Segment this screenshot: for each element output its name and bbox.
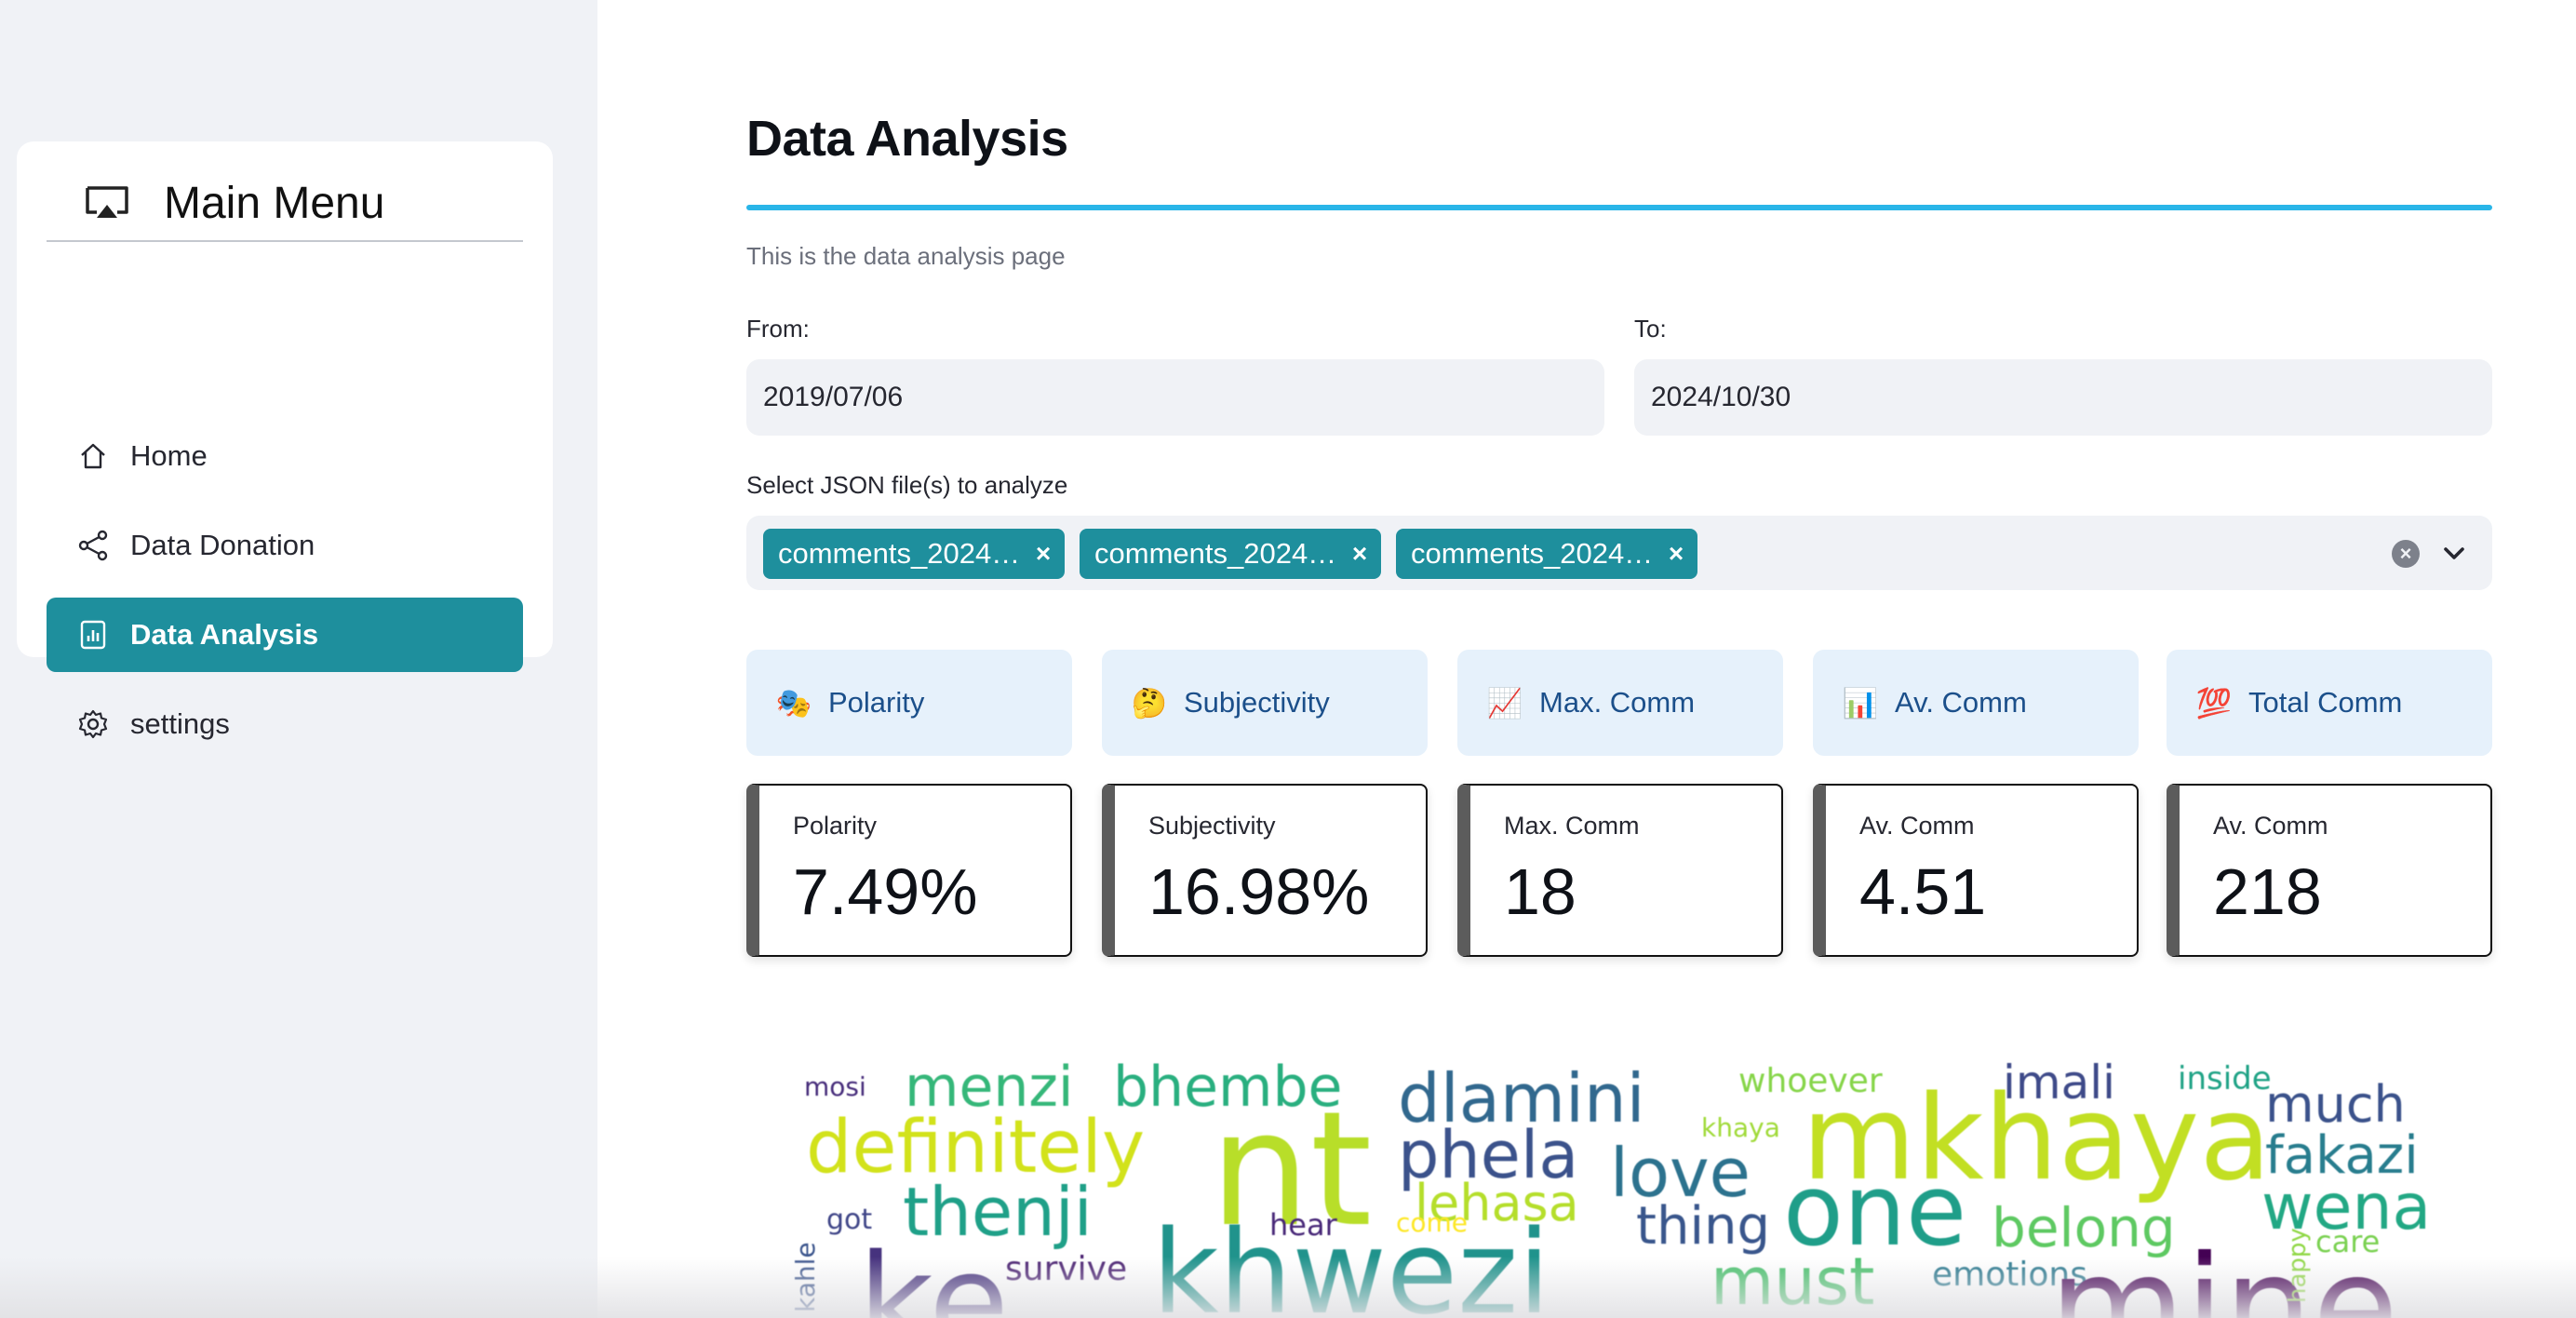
metric-label: Av. Comm: [1859, 812, 1975, 840]
file-chip[interactable]: comments_2024… ×: [1080, 529, 1381, 579]
sidebar: Main Menu Home Data Donation Data Analys…: [0, 0, 597, 1318]
sidebar-item-label: Home: [130, 439, 208, 472]
sidebar-item-label: Data Donation: [130, 529, 315, 561]
tab-label: Polarity: [828, 686, 925, 719]
metric-value: 218: [2213, 855, 2322, 928]
word-cloud-word: khaya: [1701, 1112, 1780, 1143]
hundred-points-icon: 💯: [2195, 686, 2233, 720]
metric-label: Subjectivity: [1148, 812, 1276, 840]
metric-value: 7.49%: [793, 855, 978, 928]
word-cloud: mosi menzi bhembe dlamini whoever imali …: [793, 1042, 2446, 1318]
menu-title: Main Menu: [164, 178, 385, 228]
file-chip[interactable]: comments_2024… ×: [1396, 529, 1697, 579]
thinking-face-icon: 🤔: [1131, 686, 1168, 720]
metric-card-av-comm: Av. Comm 4.51: [1813, 784, 2139, 957]
metric-label: Polarity: [793, 812, 878, 840]
performing-arts-icon: 🎭: [775, 686, 812, 720]
bar-chart-icon: [74, 616, 112, 653]
chevron-down-icon[interactable]: [2438, 538, 2470, 570]
to-date-input[interactable]: [1634, 359, 2492, 436]
from-label: From:: [746, 315, 810, 343]
tab-label: Subjectivity: [1184, 686, 1330, 719]
menu-header: Main Menu: [47, 166, 523, 242]
title-divider: [746, 205, 2492, 210]
tab-label: Max. Comm: [1539, 686, 1696, 719]
word-cloud-word: much: [2265, 1075, 2406, 1134]
word-cloud-word: ke: [858, 1227, 1010, 1318]
sidebar-item-data-analysis[interactable]: Data Analysis: [47, 598, 523, 672]
file-chip[interactable]: comments_2024… ×: [763, 529, 1065, 579]
metric-card-subjectivity: Subjectivity 16.98%: [1102, 784, 1428, 957]
word-cloud-word: kahle: [793, 1242, 821, 1312]
remove-chip-icon[interactable]: ×: [1022, 539, 1065, 569]
page-caption: This is the data analysis page: [746, 242, 1066, 270]
remove-chip-icon[interactable]: ×: [1338, 539, 1381, 569]
word-cloud-word: khwezi: [1152, 1206, 1550, 1318]
tab-max-comm[interactable]: 📈 Max. Comm: [1457, 650, 1783, 756]
main-menu: Main Menu Home Data Donation Data Analys…: [17, 141, 553, 740]
metric-label: Av. Comm: [2213, 812, 2328, 840]
word-cloud-word: happy: [2284, 1228, 2312, 1303]
sidebar-item-settings[interactable]: settings: [47, 687, 523, 761]
metric-value: 16.98%: [1148, 855, 1370, 928]
metric-card-polarity: Polarity 7.49%: [746, 784, 1072, 957]
bar-chart-emoji-icon: 📊: [1842, 686, 1879, 720]
metric-value: 18: [1504, 855, 1576, 928]
metric-card-total-comm: Av. Comm 218: [2167, 784, 2492, 957]
cast-icon: [86, 186, 128, 218]
house-icon: [74, 437, 112, 475]
word-cloud-word: must: [1711, 1244, 1875, 1318]
from-date-input[interactable]: [746, 359, 1604, 436]
tab-label: Total Comm: [2248, 686, 2403, 719]
file-select-label: Select JSON file(s) to analyze: [746, 471, 1068, 499]
tab-polarity[interactable]: 🎭 Polarity: [746, 650, 1072, 756]
chart-increasing-icon: 📈: [1486, 686, 1523, 720]
sidebar-item-label: Data Analysis: [130, 618, 319, 651]
clear-all-icon[interactable]: ×: [2392, 540, 2420, 568]
metric-value: 4.51: [1859, 855, 1987, 928]
sidebar-item-data-donation[interactable]: Data Donation: [47, 508, 523, 583]
file-multiselect[interactable]: comments_2024… × comments_2024… × commen…: [746, 516, 2492, 590]
sidebar-item-home[interactable]: Home: [47, 419, 523, 493]
chip-label: comments_2024…: [778, 537, 1021, 570]
tab-av-comm[interactable]: 📊 Av. Comm: [1813, 650, 2139, 756]
page-title: Data Analysis: [746, 111, 1068, 167]
chip-label: comments_2024…: [1094, 537, 1337, 570]
metric-card-max-comm: Max. Comm 18: [1457, 784, 1783, 957]
tab-total-comm[interactable]: 💯 Total Comm: [2167, 650, 2492, 756]
sidebar-item-label: settings: [130, 707, 230, 740]
to-label: To:: [1634, 315, 1667, 343]
word-cloud-word: mine: [2049, 1227, 2399, 1318]
metric-label: Max. Comm: [1504, 812, 1640, 840]
share-icon: [74, 527, 112, 564]
word-cloud-word: mosi: [804, 1071, 866, 1102]
chip-label: comments_2024…: [1411, 537, 1654, 570]
remove-chip-icon[interactable]: ×: [1655, 539, 1697, 569]
tab-subjectivity[interactable]: 🤔 Subjectivity: [1102, 650, 1428, 756]
gear-icon: [74, 706, 112, 743]
word-cloud-word: survive: [1005, 1250, 1128, 1288]
tab-label: Av. Comm: [1895, 686, 2027, 719]
